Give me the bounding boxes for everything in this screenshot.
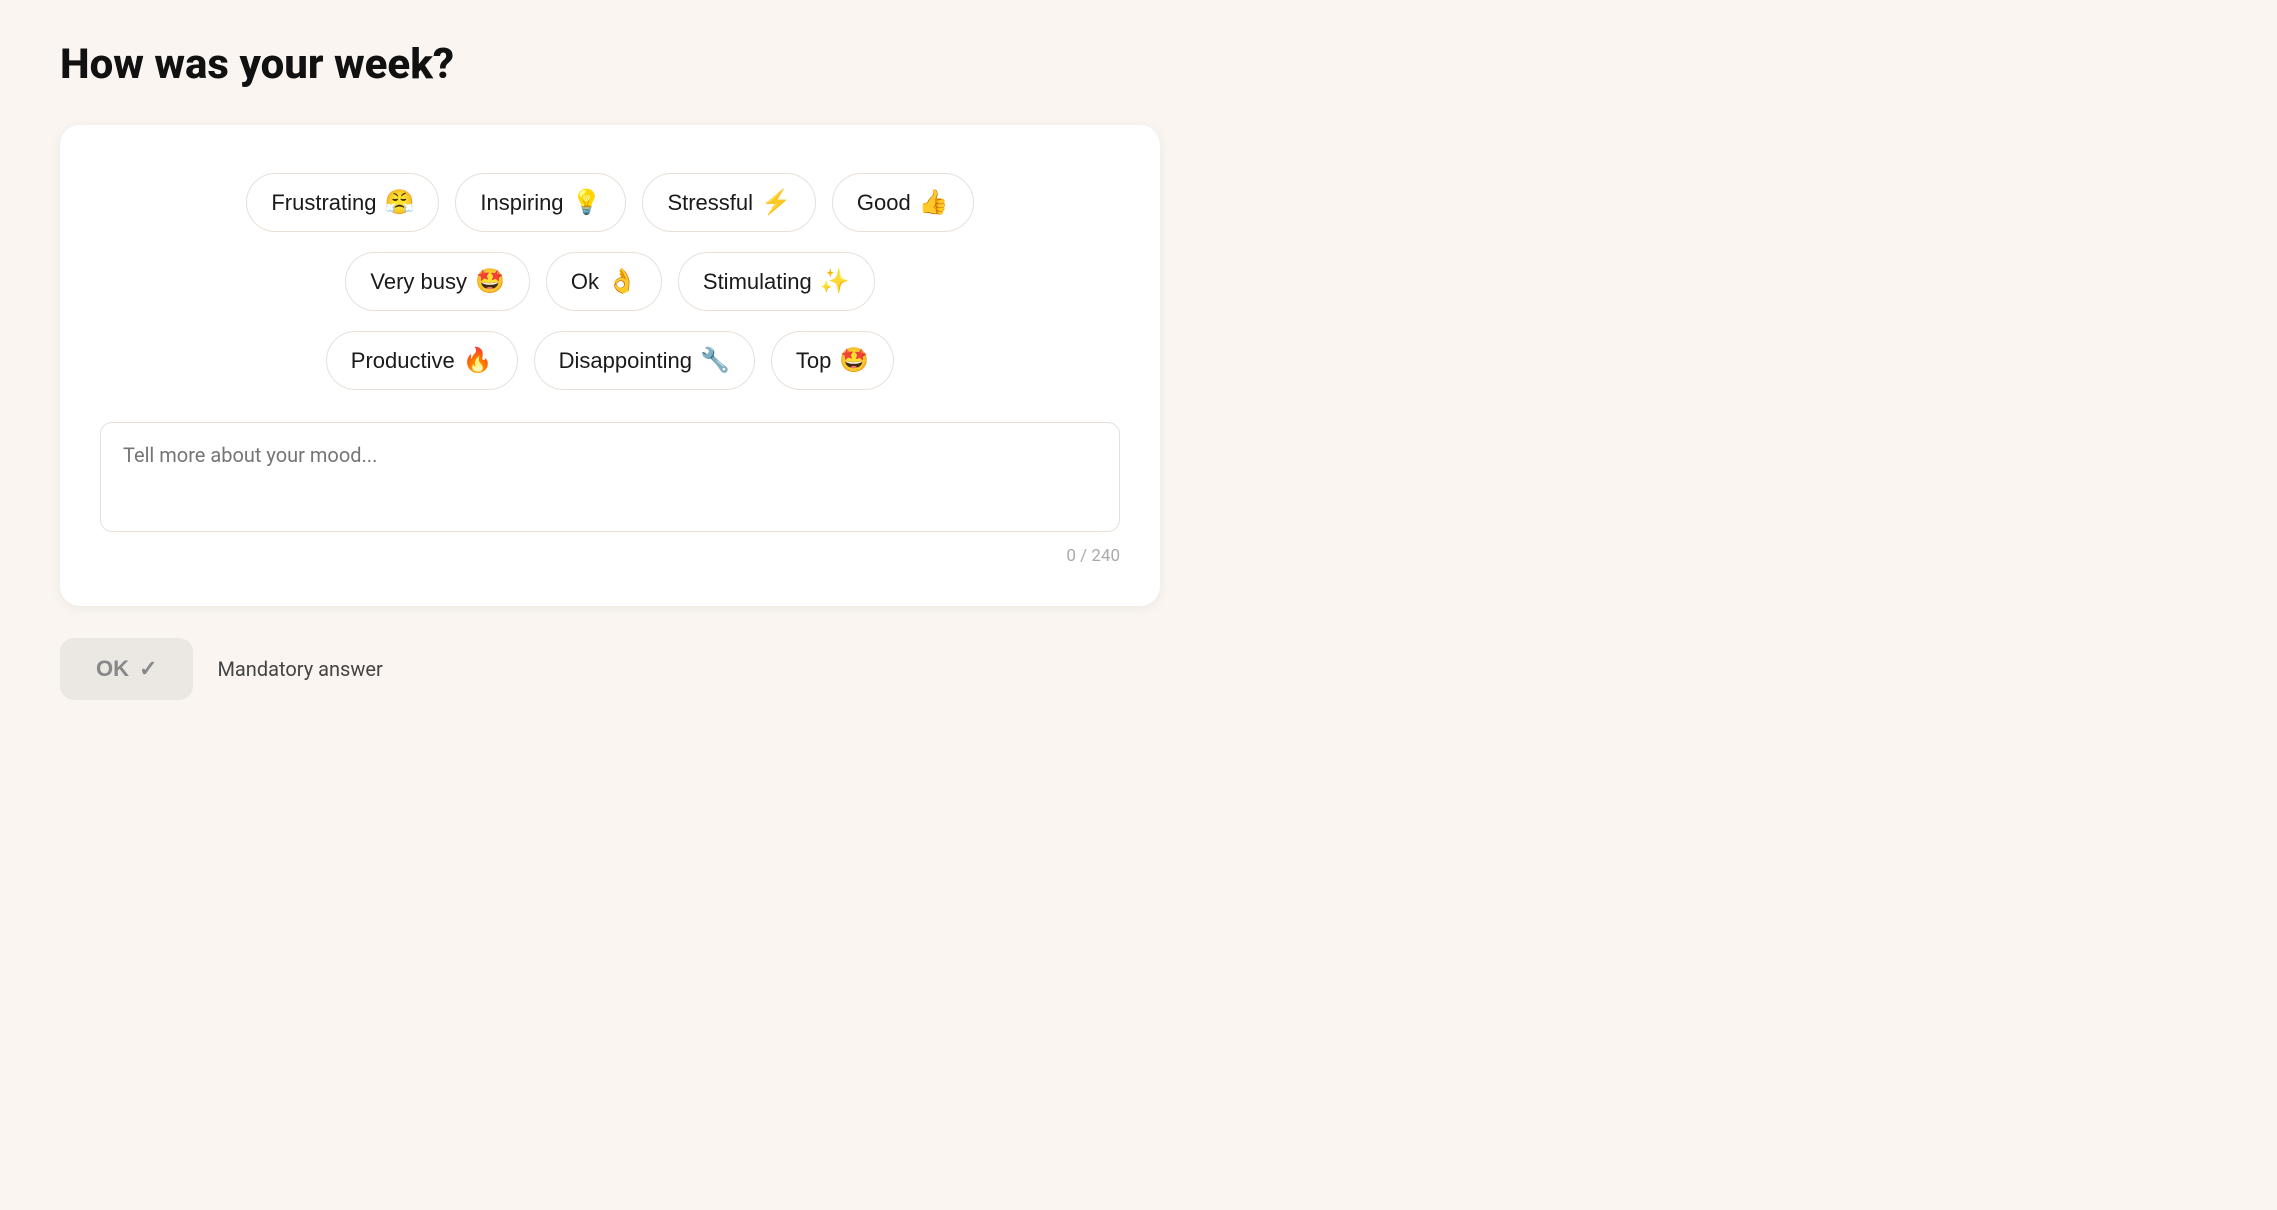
mood-row-2: Very busy 🤩 Ok 👌 Stimulating ✨	[345, 252, 874, 311]
mood-row-3: Productive 🔥 Disappointing 🔧 Top 🤩	[326, 331, 894, 390]
mood-chip-stimulating[interactable]: Stimulating ✨	[678, 252, 875, 311]
page-title: How was your week?	[60, 40, 1160, 89]
mood-chip-very-busy[interactable]: Very busy 🤩	[345, 252, 530, 311]
mood-chip-ok[interactable]: Ok 👌	[546, 252, 662, 311]
mandatory-label: Mandatory answer	[217, 657, 382, 681]
char-count: 0 / 240	[100, 546, 1120, 566]
mood-options: Frustrating 😤 Inspiring 💡 Stressful ⚡ Go…	[100, 173, 1120, 390]
ok-button[interactable]: OK ✓	[60, 638, 193, 700]
ok-check: ✓	[139, 656, 157, 682]
mood-chip-frustrating[interactable]: Frustrating 😤	[246, 173, 439, 232]
mood-row-1: Frustrating 😤 Inspiring 💡 Stressful ⚡ Go…	[246, 173, 973, 232]
mood-chip-stressful[interactable]: Stressful ⚡	[642, 173, 815, 232]
mood-chip-productive[interactable]: Productive 🔥	[326, 331, 518, 390]
page-wrapper: How was your week? Frustrating 😤 Inspiri…	[60, 40, 1160, 700]
card: Frustrating 😤 Inspiring 💡 Stressful ⚡ Go…	[60, 125, 1160, 606]
mood-chip-disappointing[interactable]: Disappointing 🔧	[534, 331, 755, 390]
ok-label: OK	[96, 656, 129, 682]
footer: OK ✓ Mandatory answer	[60, 638, 1160, 700]
mood-textarea[interactable]	[100, 422, 1120, 532]
mood-chip-good[interactable]: Good 👍	[832, 173, 974, 232]
mood-chip-top[interactable]: Top 🤩	[771, 331, 894, 390]
mood-chip-inspiring[interactable]: Inspiring 💡	[455, 173, 626, 232]
